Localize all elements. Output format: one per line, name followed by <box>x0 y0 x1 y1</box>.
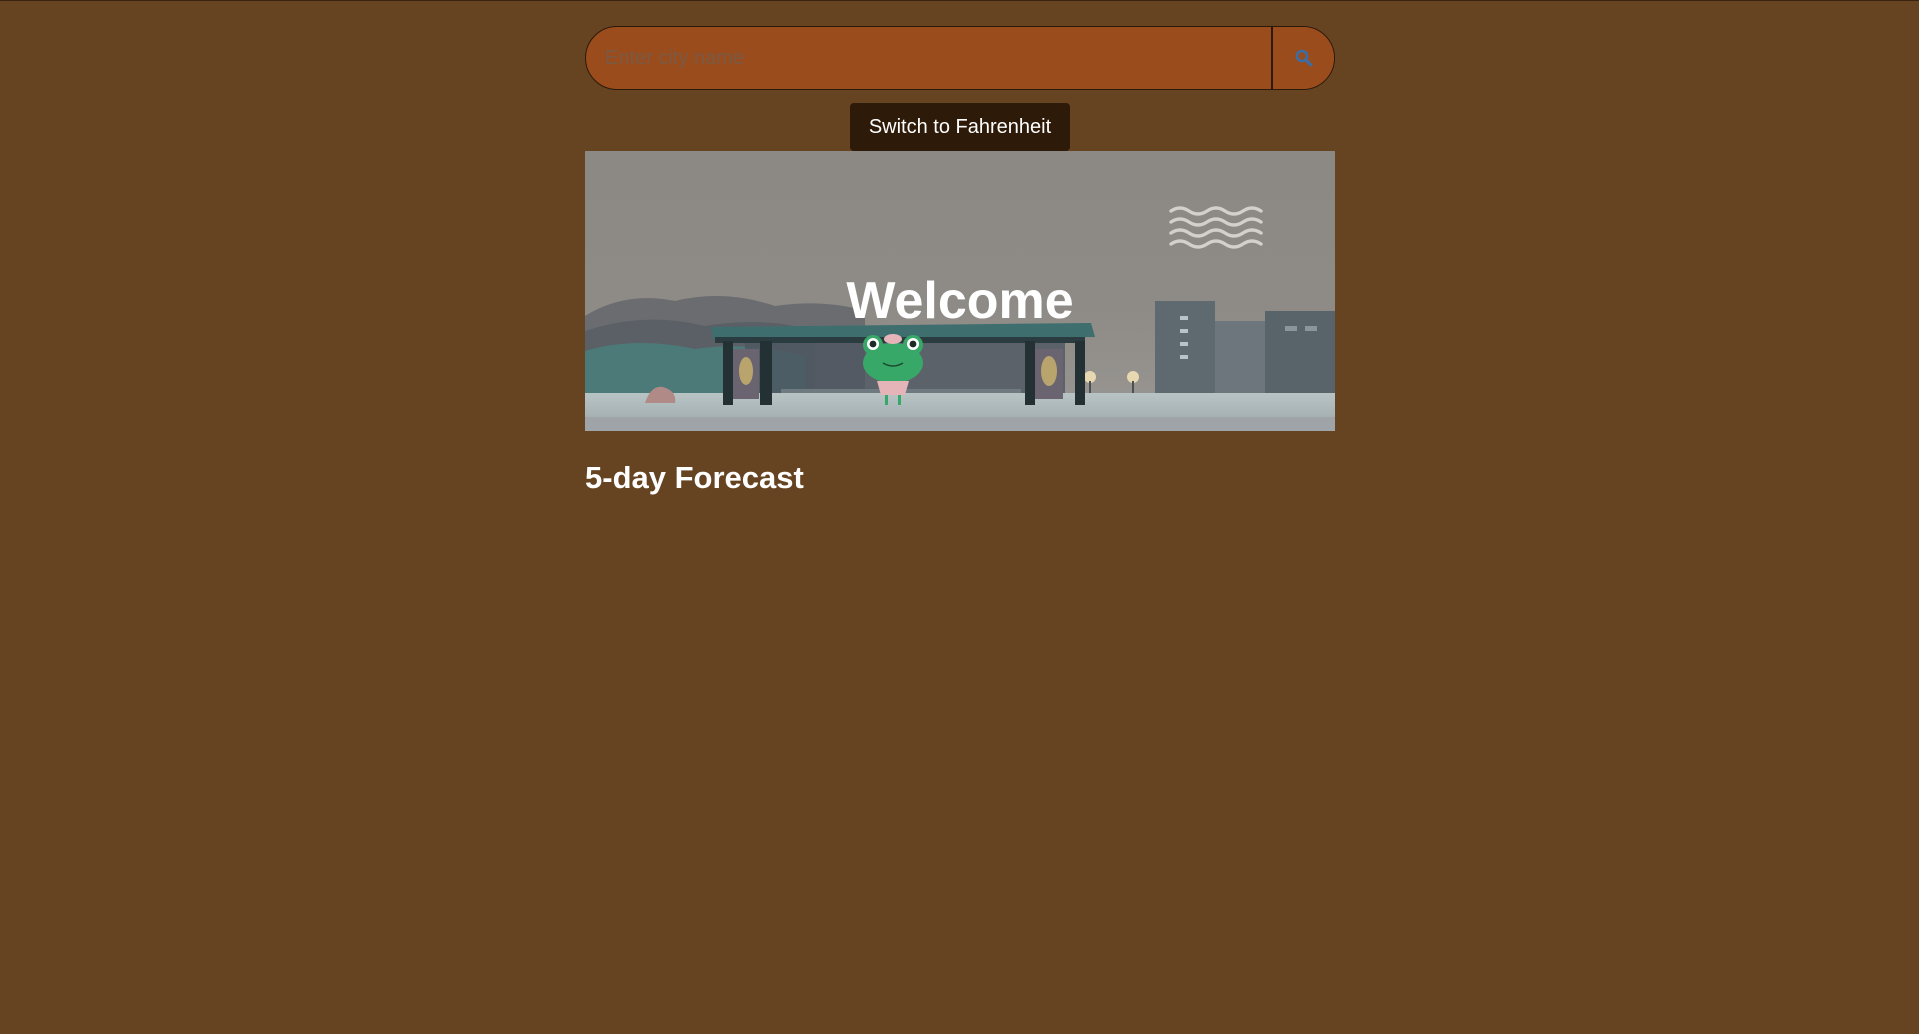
welcome-title: Welcome <box>846 272 1074 330</box>
search-bar <box>585 26 1335 90</box>
search-icon <box>1295 49 1312 67</box>
forecast-heading: 5-day Forecast <box>585 460 804 495</box>
switch-to-fahrenheit-button[interactable]: Switch to Fahrenheit <box>849 103 1071 151</box>
unit-toggle-container: Switch to Fahrenheit <box>585 103 1335 151</box>
window-top-border <box>0 0 1919 1</box>
weather-hero-banner: Welcome <box>585 151 1335 431</box>
search-button[interactable] <box>1271 27 1334 89</box>
city-search-input[interactable] <box>586 27 1271 89</box>
weather-app: Switch to Fahrenheit <box>585 26 1335 496</box>
